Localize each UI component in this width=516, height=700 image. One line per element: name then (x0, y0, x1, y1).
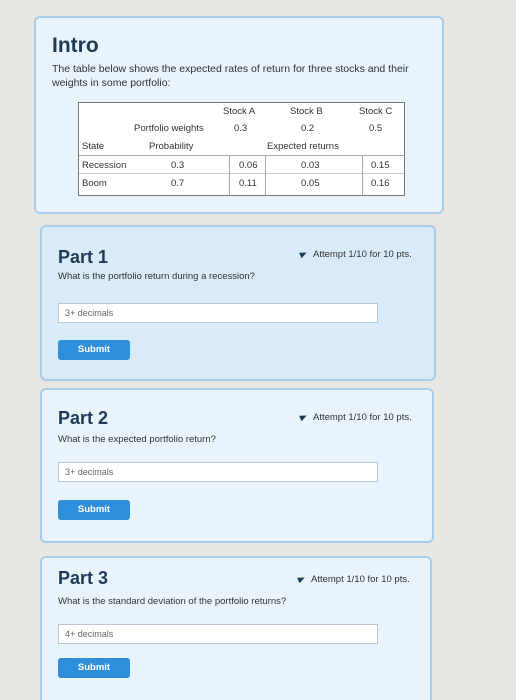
part-2-attempt: Attempt 1/10 for 10 pts. (299, 412, 412, 423)
row-return-a-boom: 0.11 (239, 178, 257, 189)
part-1-question: What is the portfolio return during a re… (58, 271, 255, 282)
header-stock-c: Stock C (359, 106, 393, 117)
part-2-title: Part 2 (58, 408, 109, 428)
pin-icon (297, 575, 306, 584)
part-3-title: Part 3 (58, 568, 109, 588)
intro-card: Intro The table below shows the expected… (34, 16, 444, 214)
part-1-attempt-text: Attempt 1/10 for 10 pts. (313, 249, 412, 260)
weight-stock-a: 0.3 (234, 123, 248, 134)
weight-stock-c: 0.5 (369, 123, 383, 134)
header-stock-b: Stock B (290, 106, 323, 117)
part-3-card: Part 3 Attempt 1/10 for 10 pts. What is … (40, 556, 432, 700)
part-2-attempt-text: Attempt 1/10 for 10 pts. (313, 412, 412, 423)
row-return-c-recession: 0.15 (371, 160, 390, 171)
part-1-submit-button[interactable]: Submit (58, 340, 130, 360)
intro-text: The table below shows the expected rates… (52, 63, 409, 89)
intro-title: Intro (52, 34, 99, 57)
row-probability-boom: 0.7 (171, 178, 185, 189)
part-3-attempt-text: Attempt 1/10 for 10 pts. (311, 574, 410, 585)
part-1-title: Part 1 (58, 247, 109, 267)
weight-stock-b: 0.2 (301, 123, 315, 134)
part-2-question: What is the expected portfolio return? (58, 434, 216, 445)
probability-label: Probability (149, 141, 194, 152)
part-3-submit-button[interactable]: Submit (58, 658, 130, 678)
portfolio-weights-label: Portfolio weights (134, 123, 204, 134)
part-1-card: Part 1 Attempt 1/10 for 10 pts. What is … (40, 225, 436, 381)
row-return-a-recession: 0.06 (239, 160, 258, 171)
row-state-recession: Recession (82, 160, 127, 171)
row-state-boom: Boom (82, 178, 107, 189)
part-1-answer-input[interactable]: 3+ decimals (58, 303, 378, 323)
part-1-attempt: Attempt 1/10 for 10 pts. (299, 249, 412, 260)
row-return-c-boom: 0.16 (371, 178, 390, 189)
header-stock-a: Stock A (223, 106, 256, 117)
part-3-attempt: Attempt 1/10 for 10 pts. (297, 574, 410, 585)
returns-table: Stock A Stock B Stock C Portfolio weight… (78, 102, 405, 196)
row-probability-recession: 0.3 (171, 160, 185, 171)
part-2-card: Part 2 Attempt 1/10 for 10 pts. What is … (40, 388, 434, 543)
part-2-submit-button[interactable]: Submit (58, 500, 130, 520)
part-3-question: What is the standard deviation of the po… (58, 596, 287, 607)
pin-icon (299, 250, 308, 259)
state-label: State (82, 141, 105, 152)
part-2-answer-input[interactable]: 3+ decimals (58, 462, 378, 482)
expected-returns-label: Expected returns (267, 141, 339, 152)
row-return-b-boom: 0.05 (301, 178, 320, 189)
pin-icon (299, 413, 308, 422)
row-return-b-recession: 0.03 (301, 160, 320, 171)
part-3-answer-input[interactable]: 4+ decimals (58, 624, 378, 644)
